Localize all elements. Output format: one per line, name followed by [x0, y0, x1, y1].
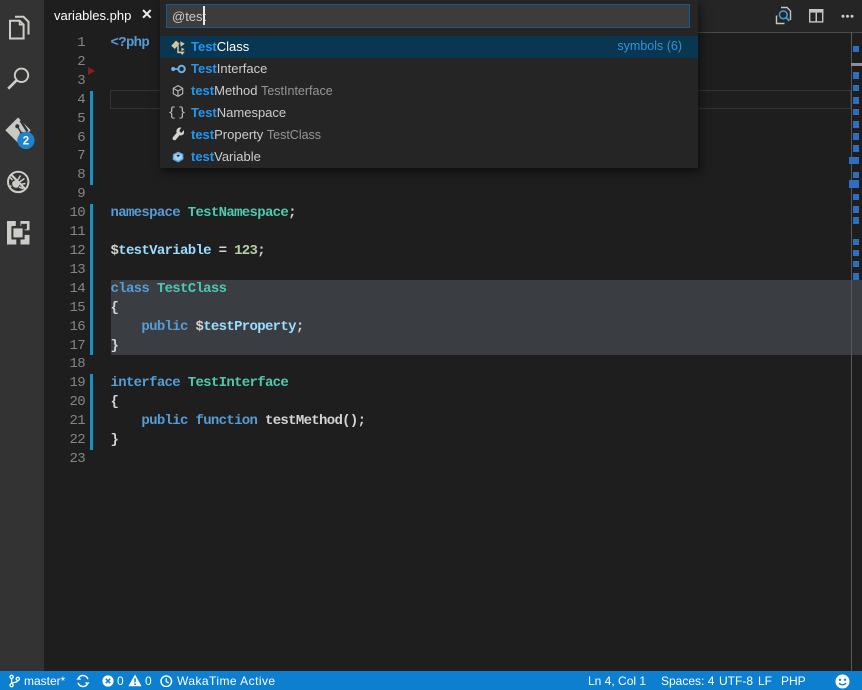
svg-text:2: 2 — [23, 136, 29, 148]
